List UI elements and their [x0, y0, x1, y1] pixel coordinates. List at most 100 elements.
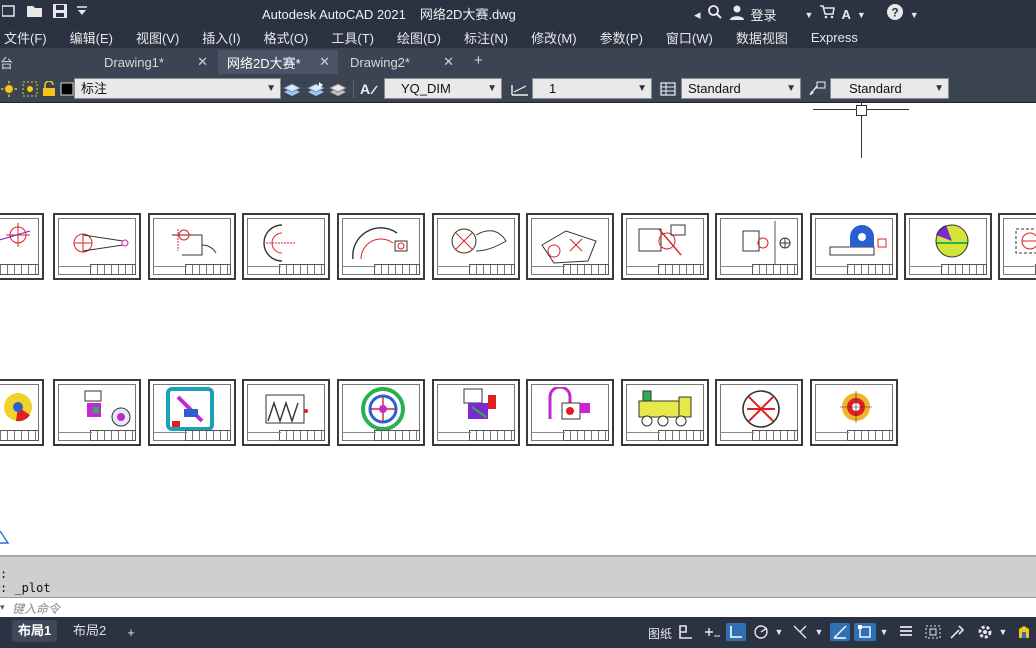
layer-lock-icon[interactable]: [40, 80, 58, 97]
back-arrow-icon[interactable]: ◂: [694, 6, 701, 24]
menu-window[interactable]: 窗口(W): [666, 28, 713, 47]
snap-mode-icon[interactable]: [702, 623, 722, 641]
table-style-icon[interactable]: [659, 80, 677, 97]
drawing-sheet[interactable]: [242, 213, 330, 280]
menu-view[interactable]: 视图(V): [136, 28, 179, 47]
object-snap-tracking-icon[interactable]: [830, 623, 850, 641]
layer-dropdown[interactable]: 标注 ▼: [74, 78, 281, 99]
menu-edit[interactable]: 编辑(E): [70, 28, 113, 47]
help-dropdown-icon[interactable]: ▼: [910, 6, 919, 24]
drawing-sheet[interactable]: [242, 379, 330, 446]
login-link[interactable]: 登录: [751, 5, 777, 24]
customize-status-icon[interactable]: [1014, 623, 1034, 641]
close-icon[interactable]: ✕: [443, 54, 454, 70]
qat-dropdown-icon[interactable]: [76, 4, 88, 23]
menu-dataview[interactable]: 数据视图: [736, 28, 788, 47]
make-current-layer-icon[interactable]: [283, 80, 301, 97]
drawing-canvas[interactable]: [0, 103, 1036, 555]
menu-parametric[interactable]: 参数(P): [600, 28, 643, 47]
annotation-scale-icon[interactable]: [946, 623, 968, 641]
menu-format[interactable]: 格式(O): [264, 28, 309, 47]
drawing-sheet[interactable]: [0, 213, 44, 280]
object-snap-dropdown-icon[interactable]: ▼: [879, 623, 889, 641]
multileader-style-icon[interactable]: [808, 80, 826, 97]
title-block-line: [909, 266, 943, 275]
menu-file[interactable]: 文件(F): [4, 28, 47, 47]
drawing-sheet[interactable]: [810, 379, 898, 446]
drawing-sheet[interactable]: [148, 213, 236, 280]
table-style-dropdown[interactable]: Standard ▼: [681, 78, 801, 99]
drawing-sheet[interactable]: [526, 213, 614, 280]
layout-tab-1[interactable]: 布局1: [12, 620, 58, 642]
layer-on-sun-icon[interactable]: [0, 80, 18, 97]
command-input[interactable]: 键入命令: [12, 600, 60, 617]
menu-dimension[interactable]: 标注(N): [464, 28, 508, 47]
tab-active-drawing[interactable]: 网络2D大赛* ✕: [218, 50, 338, 74]
menu-draw[interactable]: 绘图(D): [397, 28, 441, 47]
polar-tracking-icon[interactable]: [752, 623, 770, 641]
drawing-sheet[interactable]: [53, 213, 141, 280]
a360-dropdown-icon[interactable]: ▼: [857, 6, 866, 24]
tab-label: Drawing1*: [104, 54, 164, 70]
open-folder-icon[interactable]: [26, 3, 44, 24]
save-icon[interactable]: [52, 3, 68, 24]
multileader-style-dropdown[interactable]: Standard ▼: [830, 78, 949, 99]
isodraft-dropdown-icon[interactable]: ▼: [814, 623, 824, 641]
isodraft-icon[interactable]: [790, 623, 810, 641]
drawing-sheet[interactable]: [0, 379, 44, 446]
layer-freeze-icon[interactable]: [21, 80, 39, 97]
workspace-dropdown-icon[interactable]: ▼: [998, 623, 1008, 641]
annotation-scale-dropdown[interactable]: 1 ▼: [532, 78, 652, 99]
close-icon[interactable]: ✕: [197, 54, 208, 70]
tab-drawing2[interactable]: Drawing2* ✕: [340, 50, 462, 74]
selection-cycling-icon[interactable]: [922, 623, 944, 641]
tab-start[interactable]: 台: [0, 50, 30, 74]
layout-tab-2[interactable]: 布局2: [67, 620, 112, 642]
search-icon[interactable]: [707, 4, 723, 25]
drawing-sheet[interactable]: [148, 379, 236, 446]
drawing-sheet[interactable]: [621, 379, 709, 446]
ortho-mode-icon[interactable]: [726, 623, 746, 641]
drawing-sheet[interactable]: [432, 379, 520, 446]
menu-insert[interactable]: 插入(I): [202, 28, 240, 47]
drawing-sheet[interactable]: [526, 379, 614, 446]
drawing-sheet[interactable]: [621, 213, 709, 280]
command-line[interactable]: ▾ 键入命令: [0, 597, 1036, 617]
paper-space-toggle[interactable]: 图纸: [648, 625, 672, 642]
title-block-line: [247, 266, 281, 275]
object-snap-icon[interactable]: [854, 623, 876, 641]
polar-dropdown-icon[interactable]: ▼: [774, 623, 784, 641]
drawing-sheet[interactable]: [715, 213, 803, 280]
autodesk-a360-icon[interactable]: A: [841, 6, 850, 24]
drawing-sheet[interactable]: [53, 379, 141, 446]
drawing-sheet[interactable]: [810, 213, 898, 280]
close-icon[interactable]: ✕: [319, 54, 330, 70]
cart-icon[interactable]: [819, 4, 836, 25]
drawing-sheet[interactable]: [432, 213, 520, 280]
command-chevron-icon[interactable]: ▾: [0, 602, 5, 613]
grid-icon[interactable]: [677, 623, 695, 641]
drawing-sheet[interactable]: [337, 213, 425, 280]
user-icon[interactable]: [729, 4, 745, 25]
drawing-sheet[interactable]: [998, 213, 1036, 280]
help-icon[interactable]: ?: [886, 3, 904, 26]
sheet-drawing: [73, 233, 129, 253]
new-file-icon[interactable]: [1, 3, 18, 24]
new-tab-plus-icon[interactable]: +: [474, 52, 483, 69]
lineweight-icon[interactable]: [896, 623, 916, 641]
match-layer-icon[interactable]: [307, 80, 325, 97]
login-dropdown-icon[interactable]: ▼: [805, 6, 814, 24]
tab-drawing1[interactable]: Drawing1* ✕: [94, 50, 216, 74]
drawing-sheet[interactable]: [904, 213, 992, 280]
drawing-sheet[interactable]: [337, 379, 425, 446]
text-style-icon[interactable]: A: [359, 80, 381, 97]
menu-modify[interactable]: 修改(M): [531, 28, 577, 47]
menu-tools[interactable]: 工具(T): [331, 28, 374, 47]
add-layout-plus-icon[interactable]: +: [124, 623, 138, 641]
dimension-scale-icon[interactable]: [510, 80, 530, 97]
dimstyle-dropdown[interactable]: YQ_DIM ▼: [384, 78, 502, 99]
layer-state-icon[interactable]: [329, 80, 347, 97]
menu-express[interactable]: Express: [811, 30, 858, 45]
gear-icon[interactable]: [974, 623, 996, 641]
drawing-sheet[interactable]: [715, 379, 803, 446]
